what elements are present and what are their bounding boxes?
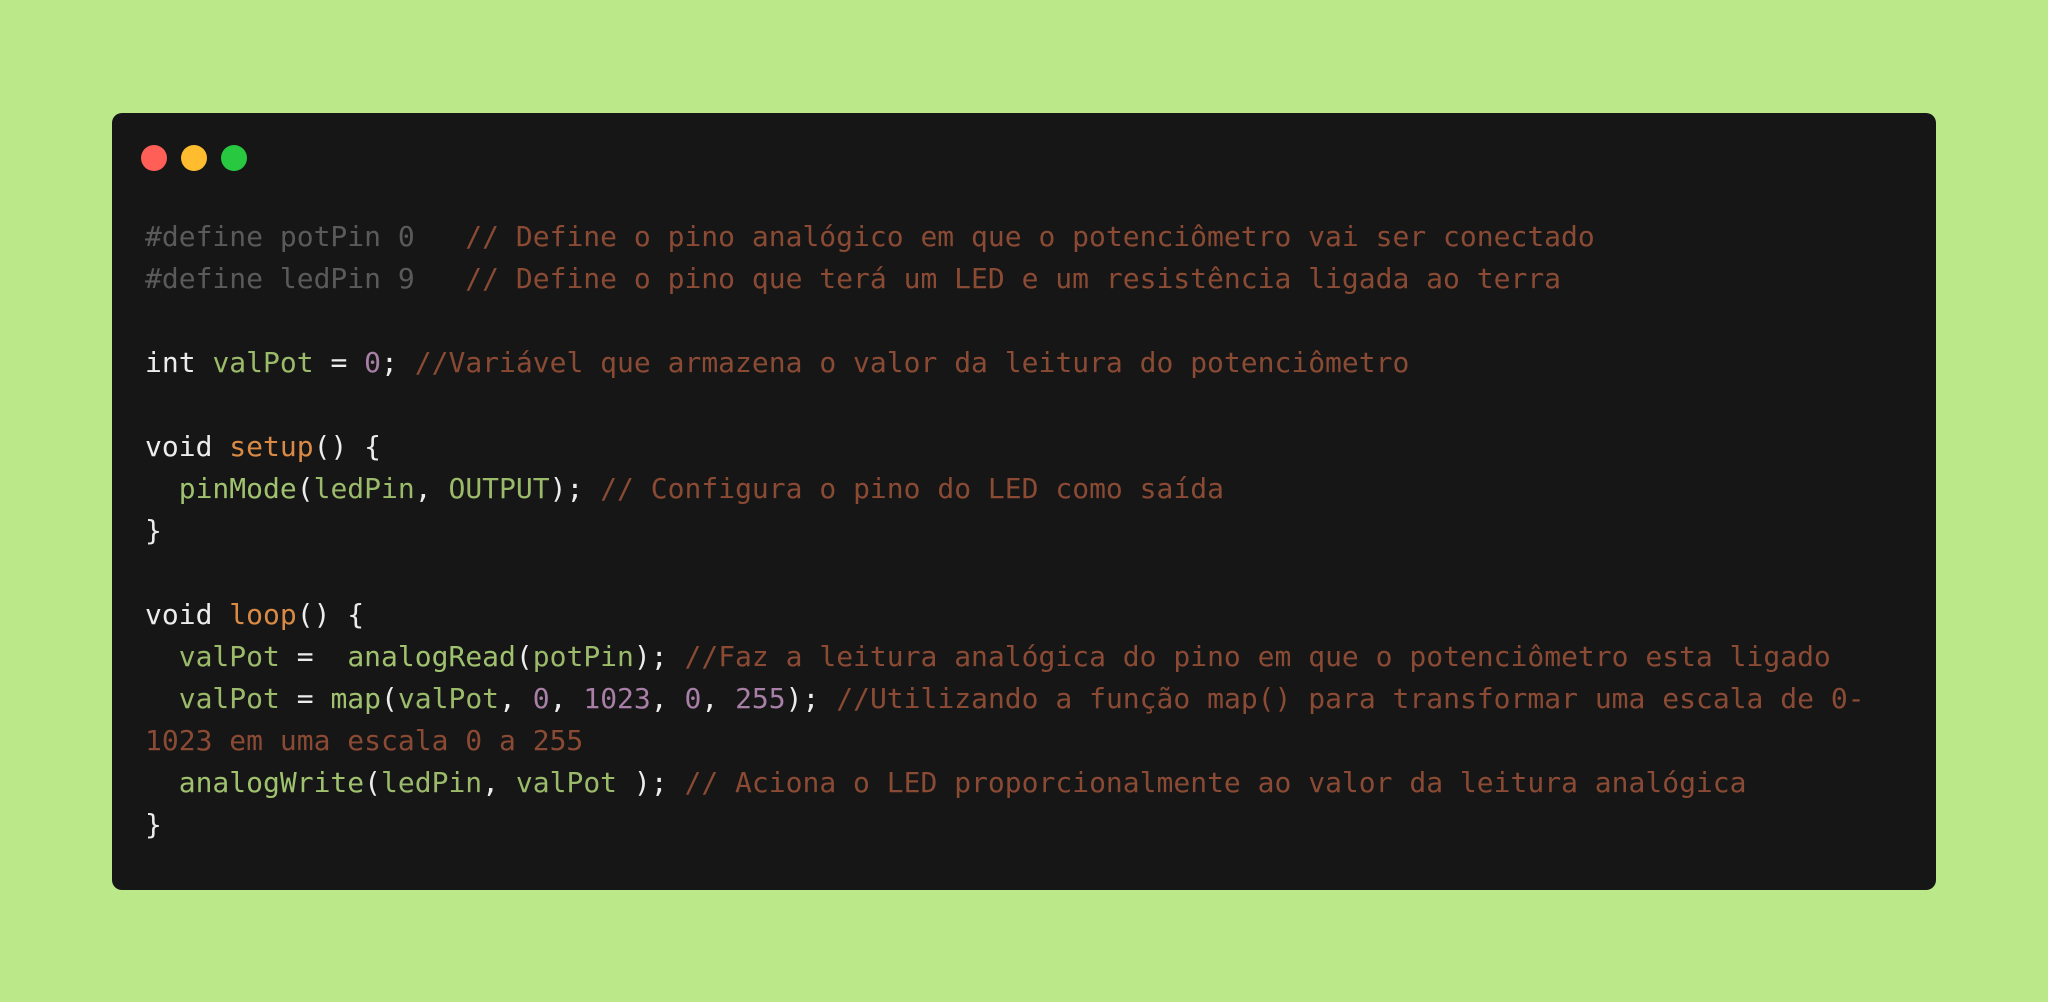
code-token: , — [499, 682, 533, 715]
minimize-dot-icon[interactable] — [181, 145, 207, 171]
code-line: #define ledPin 9 // Define o pino que te… — [145, 258, 1865, 300]
code-token: } — [145, 808, 162, 841]
code-token: 0 — [364, 346, 382, 379]
code-token: = — [279, 682, 331, 715]
code-token: #define potPin 0 — [145, 220, 466, 253]
code-token: 1023 — [583, 682, 651, 715]
code-token: () { — [313, 430, 382, 463]
code-window: #define potPin 0 // Define o pino analóg… — [112, 113, 1936, 890]
code-token: , — [549, 682, 584, 715]
code-token: // Define o pino que terá um LED e um re… — [465, 262, 1562, 295]
close-dot-icon[interactable] — [141, 145, 167, 171]
code-token: // Configura o pino do LED como saída — [600, 472, 1224, 505]
code-token: , — [482, 766, 516, 799]
code-token: ; — [381, 346, 415, 379]
code-line: void loop() { — [145, 594, 1865, 636]
code-token: // Define o pino analógico em que o pote… — [465, 220, 1595, 253]
code-line: valPot = map(valPot, 0, 1023, 0, 255); /… — [145, 678, 1865, 720]
code-line: #define potPin 0 // Define o pino analóg… — [145, 216, 1865, 258]
code-line: pinMode(ledPin, OUTPUT); // Configura o … — [145, 468, 1865, 510]
code-token: = — [313, 346, 365, 379]
code-line: } — [145, 804, 1865, 846]
code-token: // Aciona o LED proporcionalmente ao val… — [684, 766, 1747, 799]
code-token: //Variável que armazena o valor da leitu… — [414, 346, 1410, 379]
code-token: ); — [549, 472, 601, 505]
code-token: OUTPUT — [448, 472, 550, 505]
code-token: //Utilizando a função map() para transfo… — [836, 682, 1865, 715]
code-line: analogWrite(ledPin, valPot ); // Aciona … — [145, 762, 1865, 804]
code-token: ( — [381, 682, 398, 715]
code-token: 0 — [532, 682, 550, 715]
code-token: //Faz a leitura analógica do pino em que… — [684, 640, 1831, 673]
code-token: void — [145, 598, 230, 631]
code-token: , — [650, 682, 685, 715]
code-token: () { — [296, 598, 365, 631]
code-token: } — [145, 514, 162, 547]
code-line: } — [145, 510, 1865, 552]
code-token: loop — [229, 598, 297, 631]
code-token: , — [701, 682, 736, 715]
code-token: ( — [515, 640, 533, 673]
code-token: #define ledPin 9 — [145, 262, 466, 295]
code-token: map — [330, 682, 382, 715]
code-token: ); — [617, 766, 685, 799]
code-token: ); — [785, 682, 837, 715]
code-line: int valPot = 0; //Variável que armazena … — [145, 342, 1865, 384]
code-token: analogWrite — [178, 766, 365, 799]
code-token: valPot — [397, 682, 500, 715]
code-line: valPot = analogRead(potPin); //Faz a lei… — [145, 636, 1865, 678]
maximize-dot-icon[interactable] — [221, 145, 247, 171]
code-token: void — [145, 430, 230, 463]
code-token: analogRead — [347, 640, 516, 673]
code-token: ( — [364, 766, 382, 799]
code-block: #define potPin 0 // Define o pino analóg… — [145, 216, 1865, 846]
code-line: void setup() { — [145, 426, 1865, 468]
code-token: , — [414, 472, 449, 505]
code-token: 255 — [735, 682, 786, 715]
code-token: valPot — [178, 682, 280, 715]
code-token: setup — [229, 430, 314, 463]
code-token: pinMode — [178, 472, 297, 505]
code-line: 1023 em uma escala 0 a 255 — [145, 720, 1865, 762]
window-controls — [141, 145, 247, 171]
code-token: ledPin — [313, 472, 415, 505]
code-token: valPot — [515, 766, 618, 799]
code-token: 0 — [684, 682, 702, 715]
code-token: valPot — [178, 640, 280, 673]
code-token: ledPin — [381, 766, 483, 799]
code-token: int — [145, 346, 213, 379]
code-token: 1023 em uma escala 0 a 255 — [145, 724, 584, 757]
code-token: ); — [633, 640, 685, 673]
code-token: ( — [296, 472, 314, 505]
code-token: valPot — [212, 346, 314, 379]
code-token: potPin — [532, 640, 634, 673]
code-token: = — [279, 640, 348, 673]
